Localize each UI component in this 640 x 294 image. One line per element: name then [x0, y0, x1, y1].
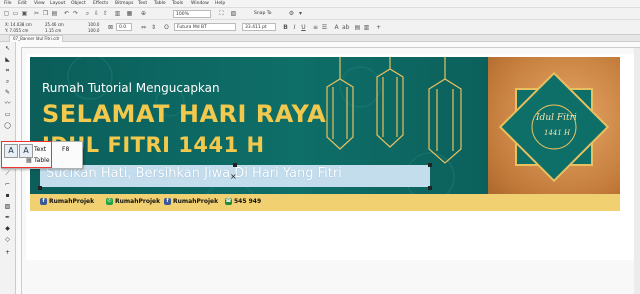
- horizontal-text-icon[interactable]: ▤: [354, 24, 361, 31]
- interactive-fill-icon[interactable]: ◆: [3, 224, 12, 233]
- rulers-icon[interactable]: ▧: [230, 10, 237, 17]
- document-tab[interactable]: 07_Banner Idul Fitri.cdr: [9, 35, 64, 42]
- menu-bar: File Edit View Layout Object Effects Bit…: [0, 0, 640, 8]
- scale-x-field[interactable]: 100.0: [88, 22, 99, 27]
- facebook-icon: f: [40, 198, 47, 205]
- snap-to-dropdown[interactable]: Snap To: [252, 10, 284, 18]
- text-properties-icon[interactable]: A: [333, 24, 340, 31]
- contact-footer: f RumahProjek ✆ RumahProjek f RumahProjek ☎…: [30, 194, 620, 211]
- open-icon[interactable]: ▭: [12, 10, 19, 17]
- y-position-field[interactable]: Y: 7.055 cm: [5, 28, 28, 33]
- underline-icon[interactable]: U: [300, 24, 307, 31]
- menu-effects[interactable]: Effects: [93, 1, 108, 6]
- menu-layout[interactable]: Layout: [50, 1, 65, 6]
- footer-item: f RumahProjek: [40, 198, 94, 205]
- width-field[interactable]: 25.46 cm: [45, 22, 64, 27]
- app-launcher-icon[interactable]: ▦: [126, 10, 133, 17]
- flyout-shortcut: F8: [62, 146, 70, 153]
- export-icon[interactable]: ⇧: [102, 10, 109, 17]
- artistic-media-icon[interactable]: 〰: [3, 99, 12, 108]
- drop-shadow-icon[interactable]: ▪: [3, 191, 12, 200]
- new-document-icon[interactable]: ▢: [3, 10, 10, 17]
- connector-tool-icon[interactable]: ⌐: [3, 180, 12, 189]
- property-bar: X: 14.038 cm Y: 7.055 cm 25.46 cm 1.15 c…: [0, 20, 640, 35]
- document-tab-bar: 07_Banner Idul Fitri.cdr: [0, 35, 640, 42]
- scale-y-field[interactable]: 100.0: [88, 28, 99, 33]
- redo-icon[interactable]: ↷: [72, 10, 79, 17]
- standard-toolbar: ▢ ▭ ▣ ✂ ❐ ▤ ↶ ↷ ⌕ ⇩ ⇧ ▥ ▦ ⊕ 100% ⛶ ▧ Sna…: [0, 8, 640, 20]
- eyedropper-icon[interactable]: ✒: [3, 213, 12, 222]
- whatsapp-icon: ✆: [106, 198, 113, 205]
- selection-handle[interactable]: [428, 186, 432, 190]
- vertical-text-icon[interactable]: ▥: [363, 24, 370, 31]
- menu-tools[interactable]: Tools: [172, 1, 183, 6]
- highlight-outline: [1, 141, 52, 168]
- search-icon[interactable]: ⌕: [84, 10, 91, 17]
- freehand-tool-icon[interactable]: ✎: [3, 88, 12, 97]
- footer-item: ☎ 545 949: [225, 198, 262, 205]
- parallel-dimension-icon[interactable]: ⟋: [3, 169, 12, 178]
- tagline-text[interactable]: Sucikan Hati, Bersihkan Jiwa Di Hari Yan…: [46, 166, 342, 181]
- align-icon[interactable]: ≡: [312, 24, 319, 31]
- pick-tool-icon[interactable]: ↖: [3, 44, 12, 53]
- center-mark-icon: ×: [230, 172, 237, 181]
- footer-item: ✆ RumahProjek: [106, 198, 161, 205]
- emblem-title: Idul Fitri: [536, 113, 577, 123]
- greeting-subtitle[interactable]: Rumah Tutorial Mengucapkan: [42, 81, 220, 95]
- shape-tool-icon[interactable]: ◣: [3, 55, 12, 64]
- emblem-panel: Idul Fitri 1441 H: [488, 57, 620, 211]
- font-list-dropdown[interactable]: Futura Md BT: [174, 23, 236, 31]
- bullet-list-icon[interactable]: ☰: [321, 24, 328, 31]
- add-tool-icon[interactable]: +: [3, 248, 12, 257]
- undo-icon[interactable]: ↶: [63, 10, 70, 17]
- selection-handle[interactable]: [233, 163, 237, 167]
- text-font-icon: O: [164, 24, 169, 31]
- rotation-angle-field[interactable]: 0.0: [116, 23, 132, 31]
- paste-icon[interactable]: ▤: [51, 10, 58, 17]
- menu-window[interactable]: Window: [191, 1, 209, 6]
- add-icon[interactable]: +: [375, 24, 382, 31]
- transparency-tool-icon[interactable]: ▨: [3, 202, 12, 211]
- pdf-icon[interactable]: ▥: [114, 10, 121, 17]
- bold-icon[interactable]: B: [282, 24, 289, 31]
- full-screen-icon[interactable]: ⛶: [218, 10, 225, 17]
- mirror-vertical-icon[interactable]: ⇕: [150, 24, 157, 31]
- menu-help[interactable]: Help: [215, 1, 225, 6]
- font-size-dropdown[interactable]: 33.411 pt: [242, 23, 276, 31]
- zoom-level-select[interactable]: 100%: [173, 10, 211, 18]
- vertical-scrollbar[interactable]: [634, 48, 640, 294]
- menu-file[interactable]: File: [4, 1, 12, 6]
- italic-icon[interactable]: I: [291, 24, 298, 31]
- menu-object[interactable]: Object: [71, 1, 86, 6]
- zoom-tool-icon[interactable]: ⌕: [3, 77, 12, 86]
- cut-icon[interactable]: ✂: [33, 10, 40, 17]
- save-icon[interactable]: ▣: [21, 10, 28, 17]
- import-icon[interactable]: ⇩: [93, 10, 100, 17]
- crop-tool-icon[interactable]: ⌗: [3, 66, 12, 75]
- rectangle-tool-icon[interactable]: ▭: [3, 110, 12, 119]
- ellipse-tool-icon[interactable]: ◯: [3, 121, 12, 130]
- selection-handle[interactable]: [428, 163, 432, 167]
- copy-icon[interactable]: ❐: [42, 10, 49, 17]
- zoom-icon[interactable]: ⊕: [140, 10, 147, 17]
- menu-edit[interactable]: Edit: [18, 1, 27, 6]
- edit-text-icon[interactable]: ab: [342, 24, 350, 31]
- menu-text[interactable]: Text: [138, 1, 147, 6]
- mirror-horizontal-icon[interactable]: ⇔: [140, 24, 147, 31]
- lock-ratio-icon[interactable]: ⊠: [107, 24, 114, 31]
- title-line-1[interactable]: SELAMAT HARI RAYA: [42, 100, 326, 128]
- x-position-field[interactable]: X: 14.038 cm: [5, 22, 32, 27]
- options-gear-icon[interactable]: ⚙: [288, 10, 295, 17]
- selection-handle[interactable]: [38, 186, 42, 190]
- facebook-icon: f: [164, 198, 171, 205]
- menu-bitmaps[interactable]: Bitmaps: [115, 1, 133, 6]
- launch-icon[interactable]: ▾: [297, 10, 304, 17]
- height-field[interactable]: 1.15 cm: [45, 28, 61, 33]
- smart-fill-icon[interactable]: ◇: [3, 235, 12, 244]
- footer-item: f RumahProjek: [164, 198, 218, 205]
- menu-view[interactable]: View: [34, 1, 45, 6]
- phone-icon: ☎: [225, 198, 232, 205]
- emblem-year: 1441 H: [544, 129, 571, 137]
- menu-table[interactable]: Table: [154, 1, 166, 6]
